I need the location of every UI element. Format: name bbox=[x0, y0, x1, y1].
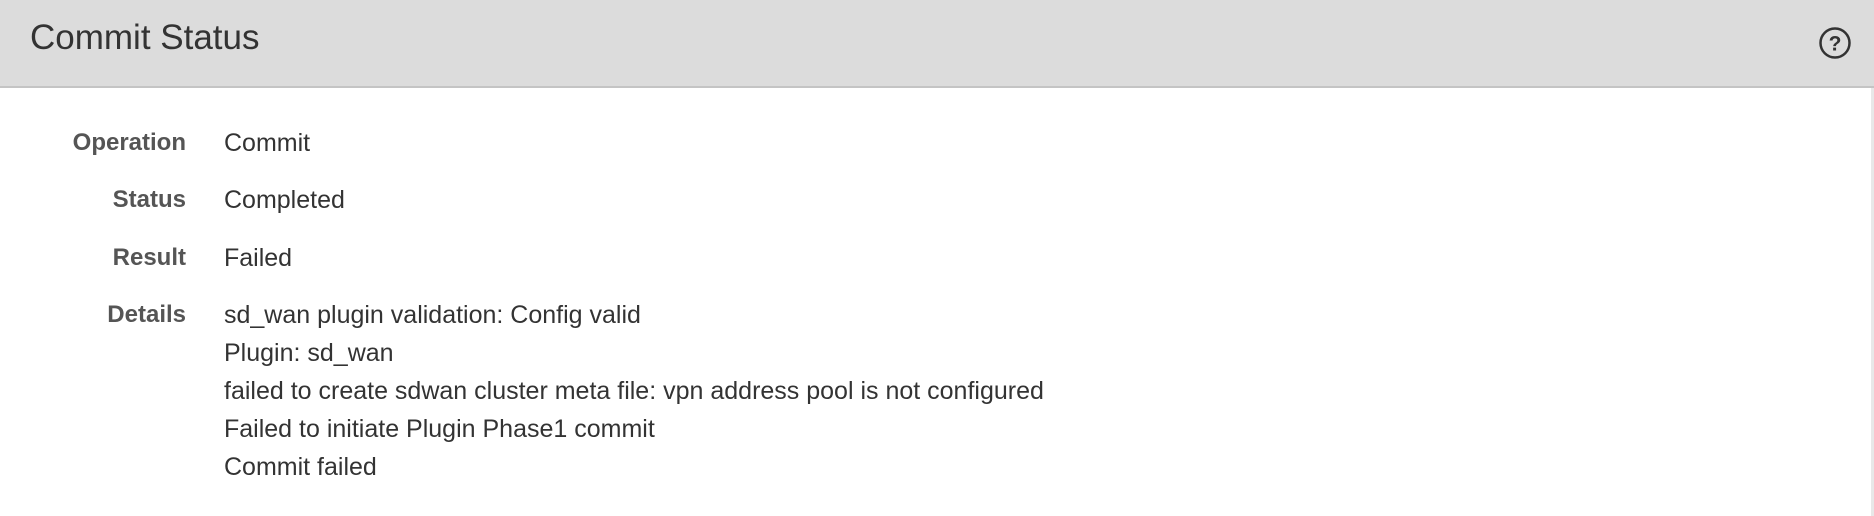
svg-text:?: ? bbox=[1829, 33, 1842, 56]
details-value: sd_wan plugin validation: Config valid P… bbox=[224, 296, 1044, 486]
details-label: Details bbox=[107, 301, 186, 328]
dialog-title: Commit Status bbox=[30, 18, 260, 57]
details-line: sd_wan plugin validation: Config valid bbox=[224, 301, 641, 329]
status-label: Status bbox=[112, 186, 186, 213]
operation-value: Commit bbox=[224, 129, 311, 157]
details-line: Failed to initiate Plugin Phase1 commit bbox=[224, 415, 655, 443]
help-icon[interactable]: ? bbox=[1818, 26, 1852, 60]
status-value: Completed bbox=[224, 186, 345, 214]
details-line: failed to create sdwan cluster meta file… bbox=[224, 377, 1044, 405]
details-line: Plugin: sd_wan bbox=[224, 339, 394, 367]
commit-status-dialog: Commit Status ? Operation Commit Status … bbox=[0, 0, 1874, 516]
commit-status-content: Operation Commit Status Completed Result… bbox=[0, 88, 1870, 516]
details-line: Commit failed bbox=[224, 453, 377, 481]
operation-label: Operation bbox=[72, 129, 186, 156]
dialog-header: Commit Status ? bbox=[0, 0, 1874, 88]
result-value: Failed bbox=[224, 244, 293, 272]
result-label: Result bbox=[112, 244, 186, 271]
